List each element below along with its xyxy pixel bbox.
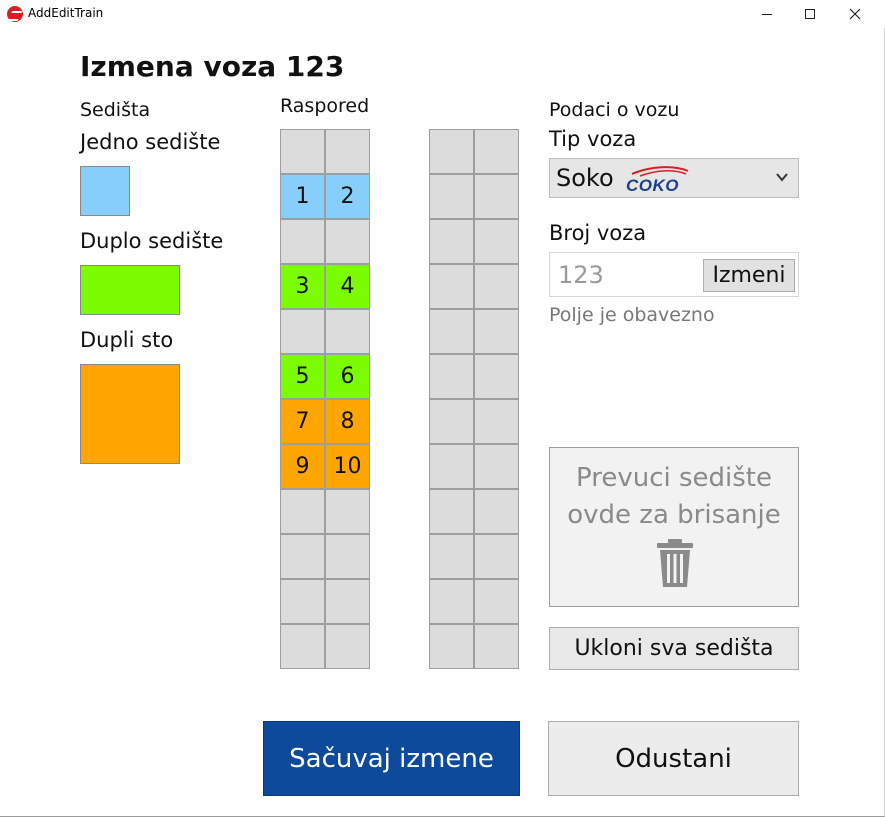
train-info-label: Podaci o vozu <box>549 99 680 121</box>
empty-seat-slot[interactable] <box>474 534 519 579</box>
seat-cell-1[interactable]: 1 <box>280 174 325 219</box>
empty-seat-slot[interactable] <box>325 489 370 534</box>
empty-seat-slot[interactable] <box>474 264 519 309</box>
double-table-label: Dupli sto <box>80 328 174 352</box>
empty-seat-slot[interactable] <box>474 309 519 354</box>
seat-cell-10[interactable]: 10 <box>325 444 370 489</box>
empty-seat-slot[interactable] <box>474 129 519 174</box>
empty-seat-slot[interactable] <box>474 489 519 534</box>
empty-seat-slot[interactable] <box>429 354 474 399</box>
empty-seat-slot[interactable] <box>280 309 325 354</box>
layout-label: Raspored <box>280 95 370 117</box>
empty-seat-slot[interactable] <box>474 579 519 624</box>
empty-seat-slot[interactable] <box>474 399 519 444</box>
chevron-down-icon <box>776 173 788 182</box>
empty-seat-slot[interactable] <box>474 444 519 489</box>
trash-drop-text: Prevuci sedište ovde za brisanje <box>550 460 798 534</box>
double-seat-label: Duplo sedište <box>80 229 224 253</box>
maximize-button[interactable] <box>787 0 833 28</box>
empty-seat-slot[interactable] <box>280 624 325 669</box>
empty-seat-slot[interactable] <box>429 174 474 219</box>
empty-seat-slot[interactable] <box>429 444 474 489</box>
empty-seat-slot[interactable] <box>325 579 370 624</box>
empty-seat-slot[interactable] <box>280 534 325 579</box>
trash-drop-zone[interactable]: Prevuci sedište ovde za brisanje <box>549 447 799 607</box>
empty-seat-slot[interactable] <box>429 624 474 669</box>
cancel-button[interactable]: Odustani <box>548 721 799 796</box>
empty-seat-slot[interactable] <box>429 534 474 579</box>
minimize-icon <box>762 13 772 15</box>
title-bar: AddEditTrain <box>0 0 885 28</box>
trash-drop-line2: ovde za brisanje <box>567 500 781 530</box>
train-number-input[interactable] <box>558 261 688 289</box>
empty-seat-slot[interactable] <box>474 624 519 669</box>
seat-cell-2[interactable]: 2 <box>325 174 370 219</box>
add-edit-train-window: AddEditTrain Izmena voza 123 Sedišta Jed… <box>0 0 885 817</box>
empty-seat-slot[interactable] <box>280 489 325 534</box>
empty-seat-slot[interactable] <box>429 579 474 624</box>
seat-cell-9[interactable]: 9 <box>280 444 325 489</box>
seat-cell-6[interactable]: 6 <box>325 354 370 399</box>
empty-seat-slot[interactable] <box>474 219 519 264</box>
seat-layout-column-right <box>429 129 519 669</box>
train-type-label: Tip voza <box>549 127 637 151</box>
empty-seat-slot[interactable] <box>429 489 474 534</box>
soko-logo-text: COKO <box>626 176 679 195</box>
empty-seat-slot[interactable] <box>325 309 370 354</box>
app-logo-icon <box>7 6 23 22</box>
empty-seat-slot[interactable] <box>429 399 474 444</box>
empty-seat-slot[interactable] <box>429 264 474 309</box>
seat-layout-column-left: 1 2 3 4 5 6 7 8 9 10 <box>280 129 370 669</box>
minimize-button[interactable] <box>744 0 790 28</box>
empty-seat-slot[interactable] <box>429 219 474 264</box>
close-button[interactable] <box>832 0 878 28</box>
train-number-field: Izmeni <box>549 252 799 297</box>
seats-label: Sedišta <box>80 99 151 121</box>
train-number-label: Broj voza <box>549 221 647 245</box>
seat-cell-7[interactable]: 7 <box>280 399 325 444</box>
empty-seat-slot[interactable] <box>474 354 519 399</box>
double-seat-swatch[interactable] <box>80 265 180 315</box>
seat-cell-8[interactable]: 8 <box>325 399 370 444</box>
maximize-icon <box>805 9 815 19</box>
seat-cell-4[interactable]: 4 <box>325 264 370 309</box>
empty-seat-slot[interactable] <box>325 534 370 579</box>
empty-seat-slot[interactable] <box>429 309 474 354</box>
window-title: AddEditTrain <box>28 6 104 20</box>
close-icon <box>849 8 861 20</box>
empty-seat-slot[interactable] <box>474 174 519 219</box>
empty-seat-slot[interactable] <box>280 129 325 174</box>
remove-all-seats-button[interactable]: Ukloni sva sedišta <box>549 627 799 670</box>
soko-logo: COKO <box>626 163 690 195</box>
empty-seat-slot[interactable] <box>325 219 370 264</box>
page-title: Izmena voza 123 <box>80 50 345 83</box>
empty-seat-slot[interactable] <box>325 129 370 174</box>
double-table-swatch[interactable] <box>80 364 180 464</box>
change-number-button[interactable]: Izmeni <box>703 259 795 292</box>
seat-cell-5[interactable]: 5 <box>280 354 325 399</box>
save-changes-button[interactable]: Sačuvaj izmene <box>263 721 520 796</box>
seat-cell-3[interactable]: 3 <box>280 264 325 309</box>
empty-seat-slot[interactable] <box>325 624 370 669</box>
trash-drop-line1: Prevuci sedište <box>576 463 772 493</box>
train-type-value: Soko <box>556 164 614 192</box>
empty-seat-slot[interactable] <box>280 579 325 624</box>
trash-icon <box>657 539 693 587</box>
single-seat-label: Jedno sedište <box>80 130 221 154</box>
single-seat-swatch[interactable] <box>80 166 130 216</box>
train-type-select[interactable]: Soko COKO <box>549 158 799 198</box>
empty-seat-slot[interactable] <box>280 219 325 264</box>
required-field-hint: Polje je obavezno <box>549 304 715 326</box>
empty-seat-slot[interactable] <box>429 129 474 174</box>
